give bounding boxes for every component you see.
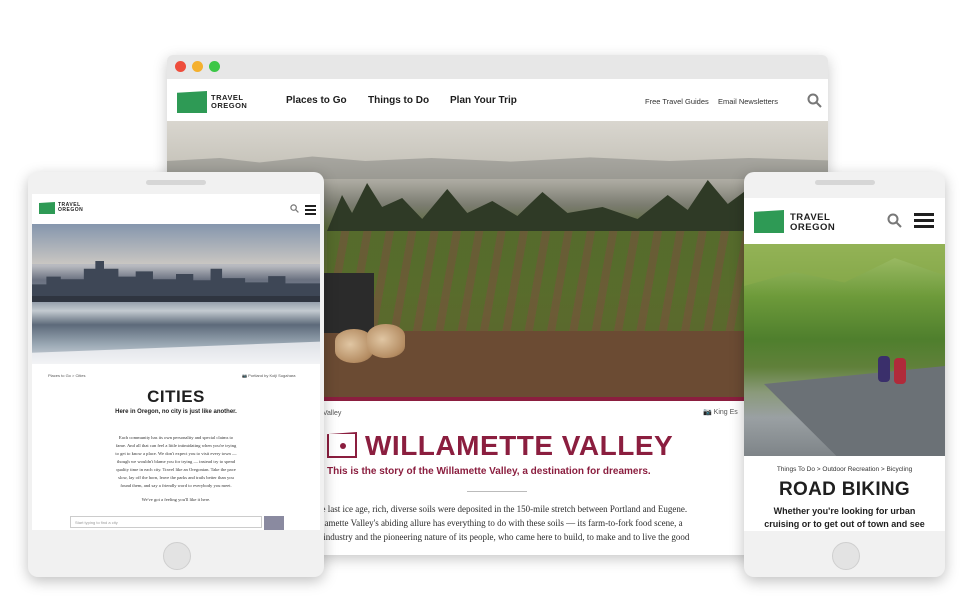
breadcrumb[interactable]: Places to Go > Cities xyxy=(48,373,85,378)
camera-icon: 📷 xyxy=(242,373,247,378)
divider xyxy=(467,491,527,492)
intro-paragraph: Each community has its own personality a… xyxy=(115,435,237,488)
wine-barrel xyxy=(367,324,405,358)
phone-screen: TRAVEL OREGON Things To Do > Outdoor Rec… xyxy=(744,198,945,531)
photo-credit: 📷 Portland by Koiji Sugahara xyxy=(242,373,296,378)
oregon-state-icon xyxy=(39,202,55,214)
phone-road-biking: TRAVEL OREGON Things To Do > Outdoor Rec… xyxy=(744,172,945,577)
nav-plan-your-trip[interactable]: Plan Your Trip xyxy=(450,95,517,106)
mobile-header: TRAVEL OREGON xyxy=(744,198,945,244)
breadcrumb[interactable]: Things To Do > Outdoor Recreation > Bicy… xyxy=(744,466,945,473)
page-subtitle: Here in Oregon, no city is just like ano… xyxy=(115,409,237,415)
phone-screen: TRAVEL OREGON Places to Go > Cities 📷 Po… xyxy=(32,194,320,530)
city-search-button[interactable] xyxy=(264,516,284,530)
oregon-state-icon xyxy=(177,91,207,113)
page-subtitle: Whether you're looking for urban cruisin… xyxy=(764,506,925,529)
nav-places-to-go[interactable]: Places to Go xyxy=(286,95,347,106)
logo-line-2: OREGON xyxy=(211,100,248,110)
city-search-input[interactable]: Start typing to find a city xyxy=(70,516,262,528)
menu-icon[interactable] xyxy=(305,205,316,215)
search-icon[interactable] xyxy=(290,204,299,213)
phone-speaker xyxy=(814,180,875,185)
free-travel-guides-link[interactable]: Free Travel Guides xyxy=(645,97,709,106)
tractor xyxy=(319,273,374,333)
phone-speaker xyxy=(146,180,206,185)
phone-cities: TRAVEL OREGON Places to Go > Cities 📷 Po… xyxy=(28,172,324,577)
portland-skyline-image xyxy=(32,224,320,364)
search-icon[interactable] xyxy=(887,213,902,228)
photo-credit: 📷 King Es xyxy=(703,409,738,416)
page-title: ROAD BIKING xyxy=(778,479,911,500)
cyclist xyxy=(878,356,890,382)
maximize-window-button[interactable] xyxy=(209,61,220,72)
site-header: TRAVEL OREGON Places to Go Things to Do … xyxy=(167,79,828,122)
oregon-state-icon xyxy=(754,210,784,233)
oregon-state-icon xyxy=(327,432,357,458)
camera-icon: 📷 xyxy=(703,409,712,416)
menu-icon[interactable] xyxy=(914,213,934,228)
page-title: WILLAMETTE VALLEY xyxy=(365,430,674,461)
search-icon[interactable] xyxy=(807,93,822,108)
email-newsletters-link[interactable]: Email Newsletters xyxy=(718,97,778,106)
page-title: CITIES xyxy=(147,387,205,406)
closing-line: We've got a feeling you'll like it here. xyxy=(141,497,211,502)
close-window-button[interactable] xyxy=(175,61,186,72)
phone-home-button[interactable] xyxy=(831,542,860,570)
page-subtitle: This is the story of the Willamette Vall… xyxy=(327,466,651,477)
nav-things-to-do[interactable]: Things to Do xyxy=(368,95,429,106)
minimize-window-button[interactable] xyxy=(192,61,203,72)
browser-titlebar xyxy=(167,55,828,79)
cyclist xyxy=(894,358,906,384)
mobile-header: TRAVEL OREGON xyxy=(32,194,320,222)
road-biking-image xyxy=(744,244,945,456)
phone-home-button[interactable] xyxy=(163,542,191,570)
